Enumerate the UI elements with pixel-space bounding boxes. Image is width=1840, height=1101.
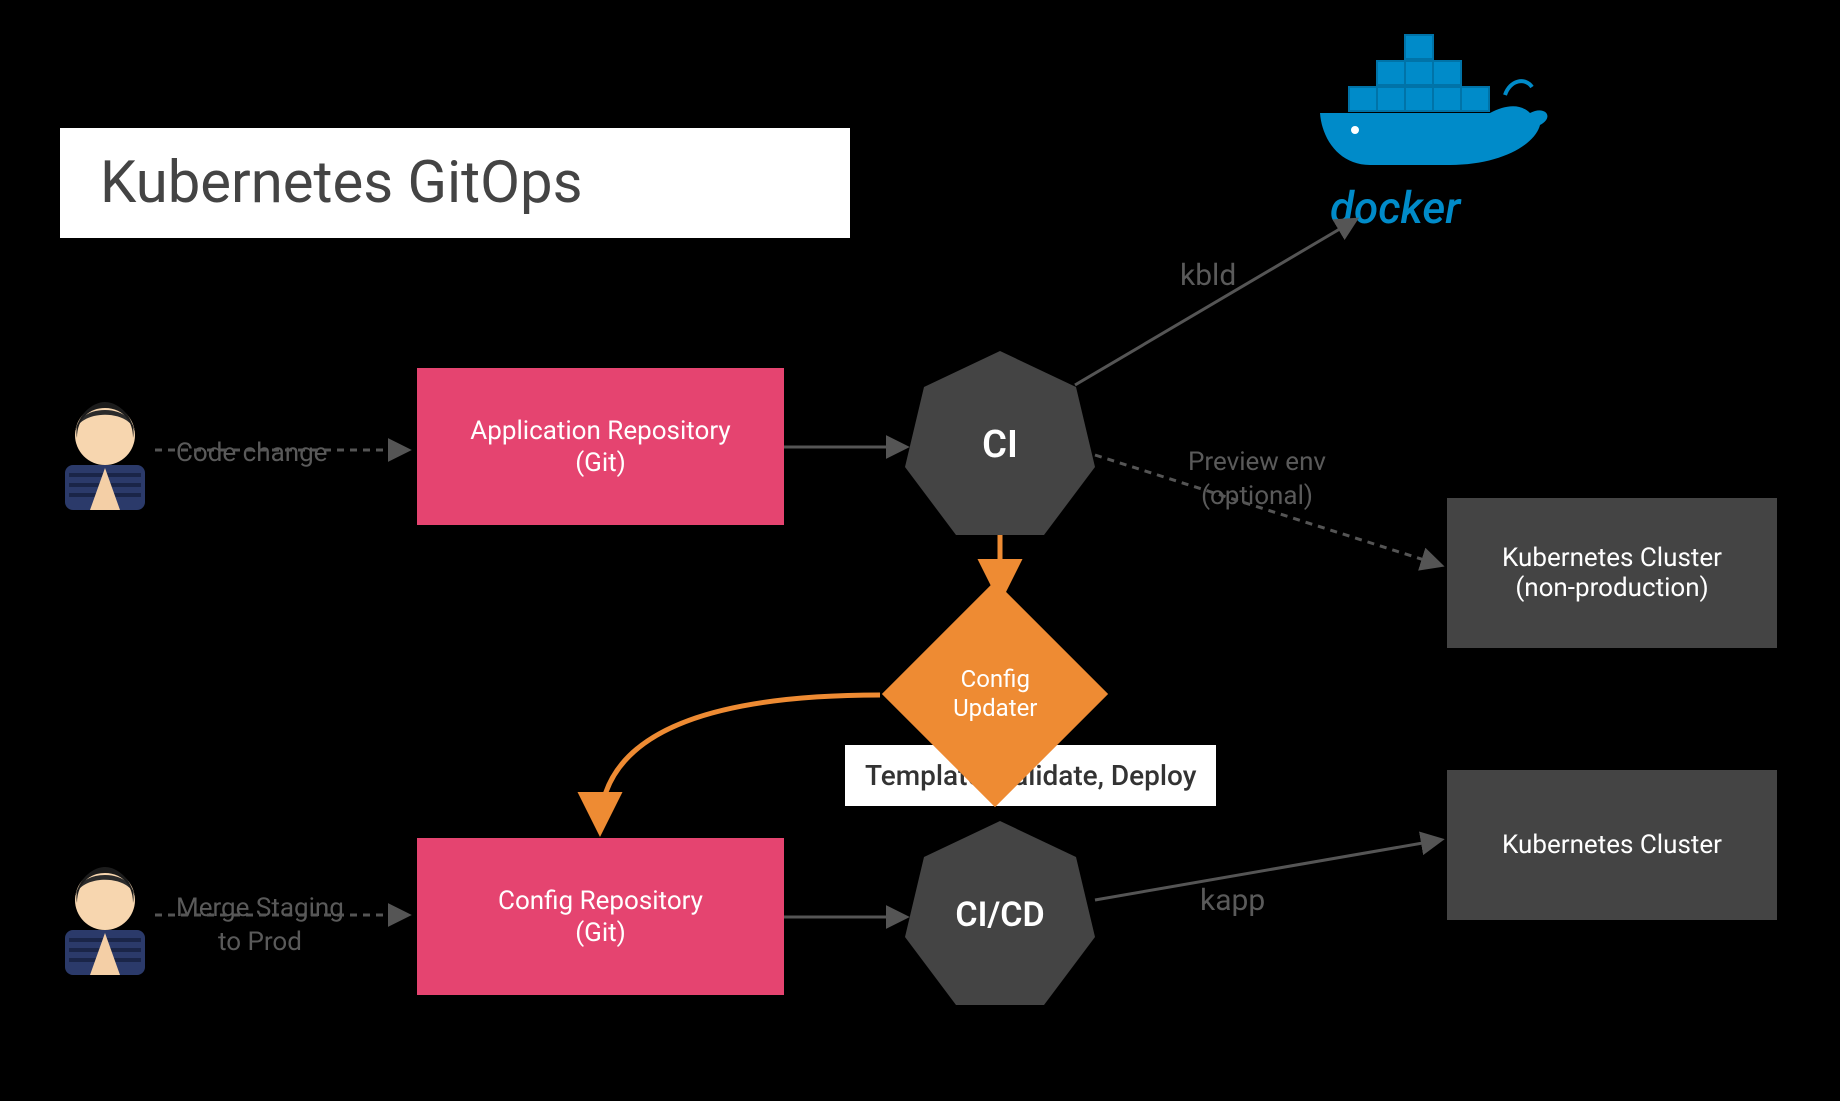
config-updater-l2: Updater	[953, 694, 1037, 723]
box-config-repo-l1: Config Repository	[498, 886, 703, 916]
label-merge-staging-l1: Merge Staging	[176, 892, 344, 926]
box-app-repo-l1: Application Repository	[470, 416, 730, 446]
preview-l2: (optional)	[1188, 480, 1326, 514]
node-cicd-label: CI/CD	[955, 895, 1044, 935]
preview-l1: Preview env	[1188, 446, 1326, 480]
node-ci: CI	[900, 345, 1100, 545]
diagram-title-box: Kubernetes GitOps	[60, 128, 850, 238]
config-updater-l1: Config	[953, 665, 1037, 694]
label-code-change: Code change	[176, 438, 327, 468]
k8s-nonprod-l1: Kubernetes Cluster	[1502, 543, 1722, 573]
node-ci-label: CI	[982, 423, 1018, 467]
box-app-repository: Application Repository (Git)	[417, 368, 784, 525]
box-k8s-prod: Kubernetes Cluster	[1447, 770, 1777, 920]
diagram-title: Kubernetes GitOps	[100, 149, 583, 217]
k8s-prod-l1: Kubernetes Cluster	[1502, 830, 1722, 860]
box-config-repo-l2: (Git)	[575, 918, 626, 948]
box-k8s-nonprod: Kubernetes Cluster (non-production)	[1447, 498, 1777, 648]
label-kapp: kapp	[1200, 883, 1265, 918]
docker-text: docker	[1330, 182, 1460, 234]
k8s-nonprod-l2: (non-production)	[1515, 573, 1708, 603]
label-kbld: kbld	[1180, 258, 1236, 293]
node-cicd: CI/CD	[900, 815, 1100, 1015]
actor-top-icon	[55, 390, 155, 510]
label-merge-staging: Merge Staging to Prod	[176, 892, 344, 960]
actor-bottom-icon	[55, 855, 155, 975]
box-config-repository: Config Repository (Git)	[417, 838, 784, 995]
box-app-repo-l2: (Git)	[575, 448, 626, 478]
label-merge-staging-l2: to Prod	[176, 926, 344, 960]
label-preview-env: Preview env (optional)	[1188, 446, 1326, 514]
